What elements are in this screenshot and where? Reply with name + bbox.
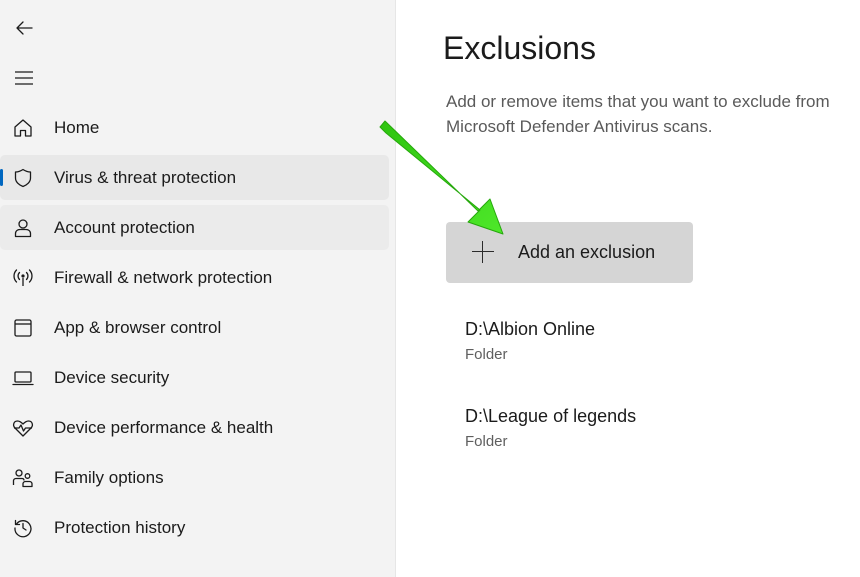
sidebar-item-home[interactable]: Home: [0, 105, 389, 150]
sidebar-item-label: Protection history: [54, 518, 186, 537]
sidebar-item-label: Device security: [54, 368, 170, 387]
sidebar-item-label: App & browser control: [54, 318, 222, 337]
exclusion-type: Folder: [465, 346, 508, 363]
sidebar-item-device-security[interactable]: Device security: [0, 355, 389, 400]
exclusion-path: D:\League of legends: [465, 406, 637, 426]
sidebar-item-firewall[interactable]: Firewall & network protection: [0, 255, 389, 300]
windows-security-window: Home Virus & threat protection Account p…: [0, 0, 860, 577]
sidebar-item-protection-history[interactable]: Protection history: [0, 505, 389, 550]
add-exclusion-button[interactable]: Add an exclusion: [446, 222, 693, 283]
hamburger-icon: [15, 71, 33, 85]
back-button[interactable]: [8, 12, 40, 44]
exclusion-type: Folder: [465, 433, 508, 450]
person-icon: [12, 217, 34, 239]
sidebar-item-virus-threat-protection[interactable]: Virus & threat protection: [0, 155, 389, 200]
antenna-icon: [12, 267, 34, 289]
page-description: Add or remove items that you want to exc…: [446, 92, 830, 136]
family-icon: [12, 467, 34, 489]
heart-pulse-icon: [12, 417, 34, 439]
sidebar-item-label: Firewall & network protection: [54, 268, 273, 287]
sidebar-item-family-options[interactable]: Family options: [0, 455, 389, 500]
back-arrow-icon: [16, 21, 33, 35]
main-panel: Exclusions Add or remove items that you …: [395, 0, 860, 577]
home-icon: [12, 117, 34, 139]
app-window-icon: [12, 317, 34, 339]
sidebar-item-label: Family options: [54, 468, 164, 487]
plus-icon: [472, 241, 494, 263]
sidebar-item-account-protection[interactable]: Account protection: [0, 205, 389, 250]
page-title: Exclusions: [443, 30, 596, 66]
selection-indicator: [0, 169, 3, 186]
nav-list: Home Virus & threat protection Account p…: [0, 105, 395, 555]
sidebar-item-label: Virus & threat protection: [54, 168, 237, 187]
sidebar-item-label: Home: [54, 118, 100, 137]
shield-icon: [12, 167, 34, 189]
history-icon: [12, 517, 34, 539]
laptop-icon: [12, 367, 34, 389]
sidebar-item-label: Device performance & health: [54, 418, 274, 437]
sidebar: Home Virus & threat protection Account p…: [0, 0, 395, 577]
sidebar-item-device-performance-health[interactable]: Device performance & health: [0, 405, 389, 450]
exclusion-path: D:\Albion Online: [465, 319, 596, 339]
exclusion-item[interactable]: D:\League of legends Folder: [465, 406, 845, 466]
exclusion-item[interactable]: D:\Albion Online Folder: [465, 319, 845, 379]
add-exclusion-label: Add an exclusion: [518, 242, 656, 262]
menu-button[interactable]: [8, 62, 40, 94]
sidebar-item-app-browser-control[interactable]: App & browser control: [0, 305, 389, 350]
sidebar-item-label: Account protection: [54, 218, 195, 237]
